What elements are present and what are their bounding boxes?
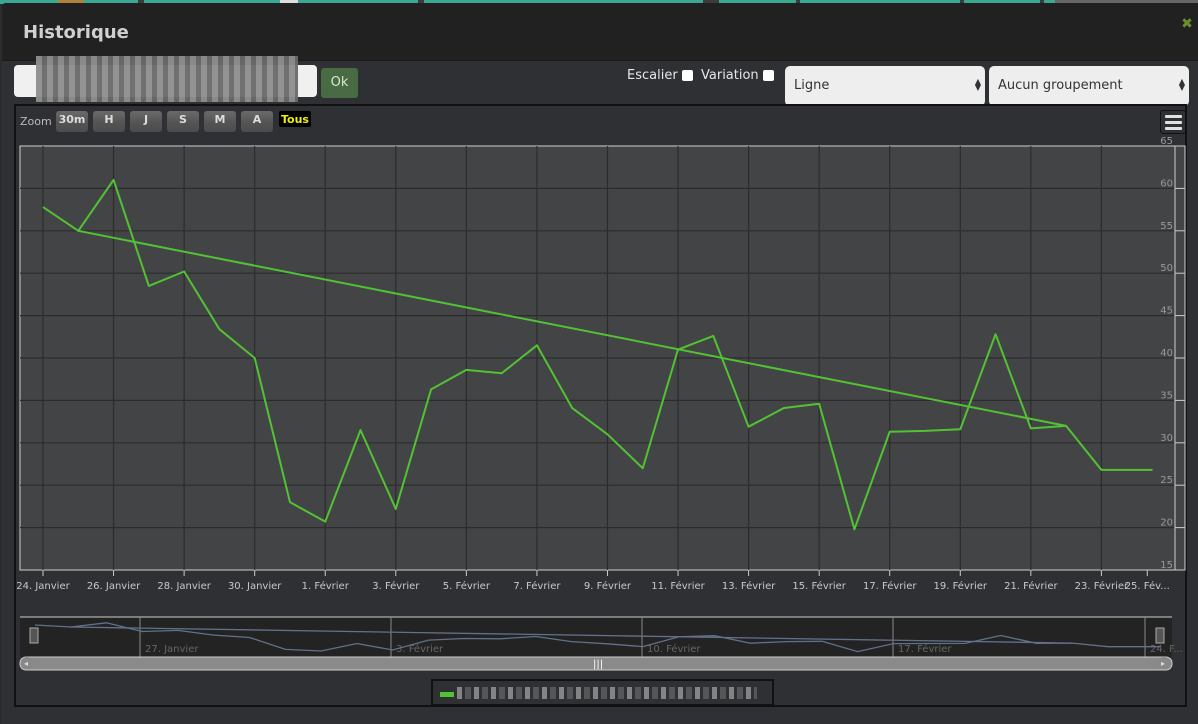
- range-button-year[interactable]: A: [241, 111, 273, 132]
- range-selector-label: Zoom: [20, 115, 52, 128]
- chart-type-value: Ligne: [794, 78, 830, 93]
- dialog-title: Historique: [23, 22, 129, 43]
- range-button-week[interactable]: S: [167, 111, 199, 132]
- grouping-value: Aucun groupement: [998, 78, 1123, 93]
- grouping-select[interactable]: Aucun groupement ▲ ▼: [989, 66, 1189, 106]
- select-arrows-icon: ▲ ▼: [974, 77, 981, 92]
- variation-option[interactable]: Variation: [701, 68, 774, 83]
- escalier-label: Escalier: [627, 68, 678, 83]
- dialog-titlebar: Historique ✖: [2, 3, 1198, 61]
- range-button-month[interactable]: M: [204, 111, 236, 132]
- legend-item[interactable]: [431, 679, 774, 706]
- variation-label: Variation: [701, 68, 759, 83]
- range-button-hour[interactable]: H: [93, 111, 125, 132]
- variation-checkbox[interactable]: [762, 70, 774, 81]
- legend-swatch: [440, 692, 454, 697]
- masked-suggestion: [36, 56, 298, 102]
- escalier-option[interactable]: Escalier: [627, 68, 693, 83]
- escalier-checkbox[interactable]: [681, 70, 693, 81]
- ok-button[interactable]: Ok: [321, 68, 358, 98]
- chart-type-select[interactable]: Ligne ▲ ▼: [785, 66, 985, 106]
- hamburger-menu-icon[interactable]: [1160, 110, 1186, 134]
- select-arrows-icon: ▲ ▼: [1178, 77, 1185, 92]
- range-button-all[interactable]: Tous: [279, 111, 311, 127]
- legend-label-masked: [457, 687, 757, 699]
- close-x-icon[interactable]: ✖: [1180, 17, 1194, 31]
- range-button-30m[interactable]: 30m: [56, 111, 88, 132]
- range-button-day[interactable]: J: [130, 111, 162, 132]
- chart-container: [14, 104, 1187, 707]
